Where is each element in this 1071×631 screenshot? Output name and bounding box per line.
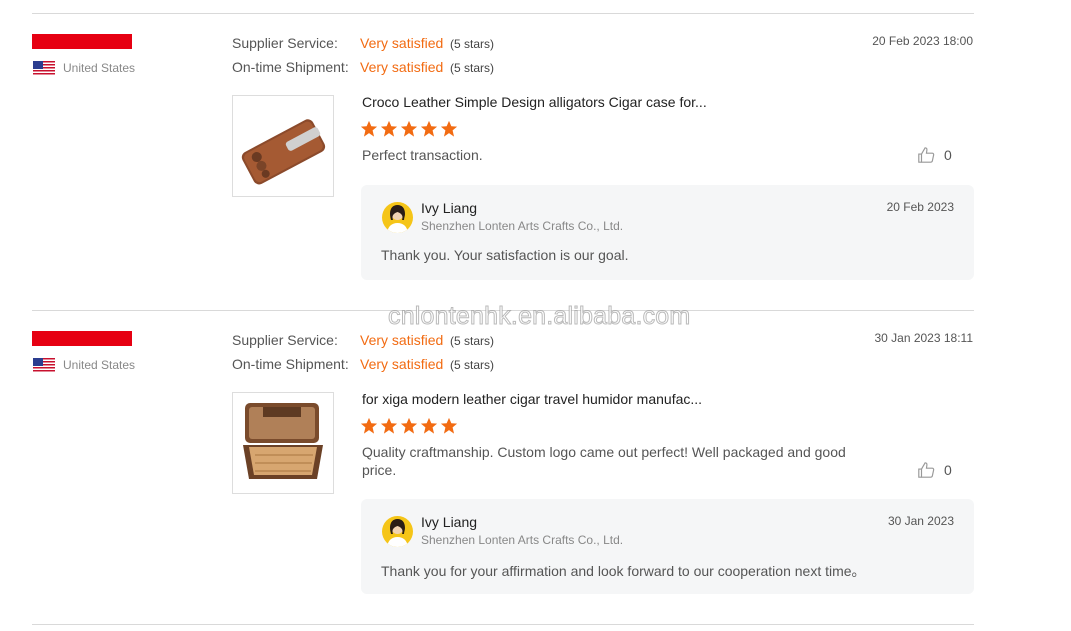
supplier-reply: Ivy Liang Shenzhen Lonten Arts Crafts Co…: [361, 499, 974, 594]
us-flag-icon: [33, 61, 55, 76]
reply-date: 30 Jan 2023: [887, 514, 954, 528]
star-icon: [400, 120, 418, 137]
reply-author: Ivy Liang: [421, 514, 478, 530]
star-icon: [360, 120, 378, 137]
reply-text: Thank you for your affirmation and look …: [381, 563, 866, 579]
store-watermark: cnlontenhk.en.alibaba.com: [387, 302, 691, 331]
reply-text: Thank you. Your satisfaction is our goal…: [381, 247, 629, 263]
star-icon: [420, 120, 438, 137]
supplier-service-label: Supplier Service:: [232, 35, 338, 51]
supplier-reply: Ivy Liang Shenzhen Lonten Arts Crafts Co…: [361, 185, 974, 280]
buyer-country: United States: [63, 358, 136, 372]
supplier-service-value: Very satisfied: [360, 35, 444, 51]
like-button[interactable]: 0: [917, 461, 952, 479]
supplier-service-stars: (5 stars): [450, 334, 495, 348]
shipment-stars: (5 stars): [450, 61, 495, 75]
review-item: United States Supplier Service: Very sat…: [0, 311, 1071, 607]
like-button[interactable]: 0: [917, 146, 952, 164]
reply-date: 20 Feb 2023: [886, 200, 954, 214]
like-count: 0: [944, 147, 952, 163]
product-thumbnail[interactable]: [232, 95, 334, 197]
review-date: 30 Jan 2023 18:11: [874, 331, 973, 345]
buyer-name-redacted: [32, 34, 132, 49]
avatar: [382, 202, 413, 233]
product-title-link[interactable]: for xiga modern leather cigar travel hum…: [362, 391, 702, 407]
star-icon: [420, 417, 438, 434]
review-comment: Perfect transaction.: [362, 147, 483, 163]
star-icon: [360, 417, 378, 434]
avatar: [382, 516, 413, 547]
reply-author: Ivy Liang: [421, 200, 478, 216]
supplier-service-value: Very satisfied: [360, 332, 444, 348]
product-rating: [360, 417, 458, 435]
reply-company: Shenzhen Lonten Arts Crafts Co., Ltd.: [421, 533, 624, 547]
shipment-label: On-time Shipment:: [232, 356, 349, 372]
supplier-service-label: Supplier Service:: [232, 332, 338, 348]
thumbs-up-icon: [918, 462, 935, 478]
product-thumbnail[interactable]: [232, 392, 334, 494]
supplier-service-stars: (5 stars): [450, 37, 495, 51]
like-count: 0: [944, 462, 952, 478]
star-icon: [400, 417, 418, 434]
bottom-divider: [32, 624, 974, 625]
shipment-value: Very satisfied: [360, 356, 444, 372]
star-icon: [380, 120, 398, 137]
shipment-stars: (5 stars): [450, 358, 495, 372]
shipment-value: Very satisfied: [360, 59, 444, 75]
star-icon: [440, 120, 458, 137]
thumbs-up-icon: [918, 147, 935, 163]
buyer-name-redacted: [32, 331, 132, 346]
star-icon: [380, 417, 398, 434]
reply-company: Shenzhen Lonten Arts Crafts Co., Ltd.: [421, 219, 624, 233]
us-flag-icon: [33, 358, 55, 373]
product-rating: [360, 120, 458, 138]
product-title-link[interactable]: Croco Leather Simple Design alligators C…: [362, 94, 707, 110]
review-item: United States Supplier Service: Very sat…: [0, 14, 1071, 310]
buyer-country: United States: [63, 61, 136, 75]
review-comment: Quality craftmanship. Custom logo came o…: [362, 444, 846, 478]
star-icon: [440, 417, 458, 434]
shipment-label: On-time Shipment:: [232, 59, 349, 75]
review-date: 20 Feb 2023 18:00: [872, 34, 973, 48]
